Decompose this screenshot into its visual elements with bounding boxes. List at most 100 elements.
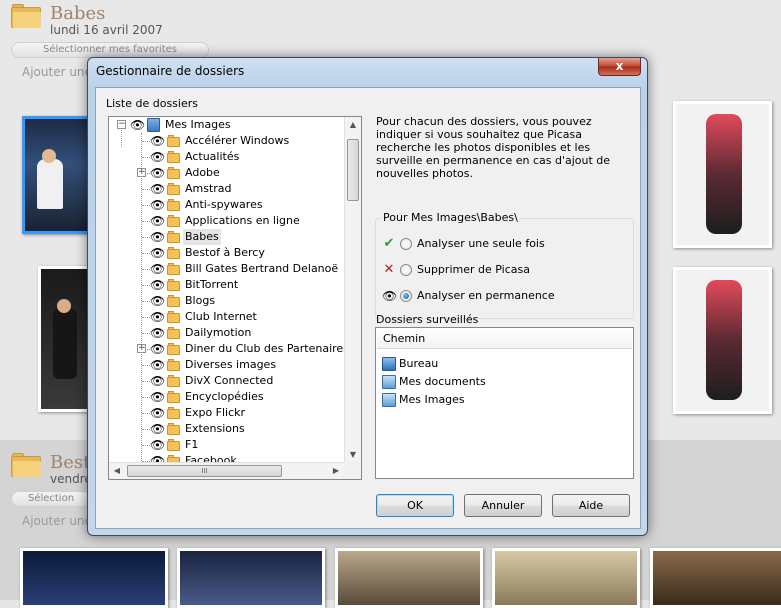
scroll-up-arrow-icon[interactable]: ▲ <box>345 117 361 133</box>
eye-icon: 👁 <box>150 342 166 356</box>
photo-thumbnail[interactable] <box>650 548 781 608</box>
eye-icon: 👁 <box>150 214 166 228</box>
tree-item[interactable]: 👁 Expo Flickr <box>109 405 349 421</box>
eye-icon: 👁 <box>382 289 398 303</box>
tree-item-label: Mes Images <box>165 118 231 131</box>
scroll-right-arrow-icon[interactable]: ▶ <box>328 463 344 479</box>
tree-item[interactable]: + 👁 Adobe <box>109 165 349 181</box>
scroll-thumb[interactable]: III <box>127 465 282 477</box>
option-scan-once[interactable]: ✔ Analyser une seule fois <box>382 235 622 253</box>
tree-item-label: Expo Flickr <box>185 406 246 419</box>
eye-icon: 👁 <box>150 326 166 340</box>
eye-icon: 👁 <box>150 406 166 420</box>
option-remove[interactable]: ✕ Supprimer de Picasa <box>382 261 622 279</box>
select-favorites-button[interactable]: Sélection <box>11 491 91 507</box>
photo-thumbnail[interactable] <box>673 267 772 414</box>
collapse-icon[interactable]: − <box>117 120 126 129</box>
tree-item-label: Club Internet <box>185 310 257 323</box>
tree-item[interactable]: 👁 BitTorrent <box>109 277 349 293</box>
folder-icon <box>167 263 180 275</box>
tree-item[interactable]: 👁 Anti-spywares <box>109 197 349 213</box>
tree-item-label: Bill Gates Bertrand Delanoë <box>185 262 339 275</box>
folder-icon <box>167 359 180 371</box>
scroll-thumb[interactable] <box>347 139 359 201</box>
folder-icon <box>167 247 180 259</box>
photo-thumbnail[interactable] <box>492 548 640 608</box>
eye-icon: 👁 <box>150 150 166 164</box>
tree-item[interactable]: + 👁 Diner du Club des Partenaires <box>109 341 349 357</box>
checkmark-icon: ✔ <box>383 236 395 251</box>
photo-thumbnail[interactable] <box>20 548 168 608</box>
folder-icon <box>167 327 180 339</box>
watched-folders-list[interactable]: Chemin Bureau Mes documents Mes Images <box>375 327 634 479</box>
tree-item-label: F1 <box>185 438 199 451</box>
tree-item[interactable]: 👁 Babes <box>109 229 349 245</box>
tree-item-label: Anti-spywares <box>185 198 263 211</box>
my-pictures-icon <box>147 118 160 132</box>
photo-thumbnail[interactable] <box>673 101 772 248</box>
tree-item[interactable]: 👁 Bestof à Bercy <box>109 245 349 261</box>
tree-item[interactable]: 👁 Actualités <box>109 149 349 165</box>
add-description-field[interactable]: Ajouter une <box>22 65 92 79</box>
tree-vertical-scrollbar[interactable]: ▲ ▼ <box>344 117 361 463</box>
folder-icon <box>167 215 180 227</box>
tree-item-label: DivX Connected <box>185 374 274 387</box>
tree-item-label: Applications en ligne <box>185 214 300 227</box>
close-button[interactable]: x <box>598 58 641 76</box>
tree-item[interactable]: 👁 Extensions <box>109 421 349 437</box>
folder-icon <box>167 231 180 243</box>
tree-horizontal-scrollbar[interactable]: ◀ III ▶ <box>109 462 344 479</box>
list-item-label: Mes Images <box>399 393 465 406</box>
tree-item[interactable]: 👁 Dailymotion <box>109 325 349 341</box>
watched-folders-label: Dossiers surveillés <box>376 313 479 326</box>
photo-thumbnail[interactable] <box>177 548 325 608</box>
tree-item-label: Babes <box>183 229 221 245</box>
folder-tree[interactable]: − 👁 Mes Images 👁 Accélérer Windows 👁 Actual… <box>108 116 362 480</box>
folder-icon <box>167 199 180 211</box>
photo-thumbnail[interactable] <box>38 266 94 412</box>
tree-item[interactable]: 👁 Bill Gates Bertrand Delanoë <box>109 261 349 277</box>
expand-icon[interactable]: + <box>137 168 146 177</box>
option-watch[interactable]: 👁 Analyser en permanence <box>382 287 622 305</box>
help-button[interactable]: Aide <box>552 494 630 517</box>
tree-root-mes-images[interactable]: − 👁 Mes Images <box>109 117 349 133</box>
ok-button[interactable]: OK <box>376 494 454 517</box>
folder-icon <box>167 343 180 355</box>
tree-item-label: Adobe <box>185 166 220 179</box>
cancel-button[interactable]: Annuler <box>464 494 542 517</box>
eye-icon: 👁 <box>150 166 166 180</box>
add-description-field[interactable]: Ajouter une <box>22 514 92 528</box>
folder-icon <box>167 135 180 147</box>
folder-icon <box>167 183 180 195</box>
tree-item-label: Accélérer Windows <box>185 134 290 147</box>
radio-remove[interactable] <box>400 264 412 276</box>
expand-icon[interactable]: + <box>137 344 146 353</box>
tree-item[interactable]: 👁 Diverses images <box>109 357 349 373</box>
tree-item-label: BitTorrent <box>185 278 239 291</box>
tree-item[interactable]: 👁 F1 <box>109 437 349 453</box>
tree-item[interactable]: 👁 Amstrad <box>109 181 349 197</box>
folder-icon <box>167 423 180 435</box>
eye-icon: 👁 <box>150 262 166 276</box>
scroll-left-arrow-icon[interactable]: ◀ <box>109 463 125 479</box>
radio-watch[interactable] <box>400 290 412 302</box>
folder-icon <box>167 167 180 179</box>
tree-item[interactable]: 👁 Encyclopédies <box>109 389 349 405</box>
column-header-path[interactable]: Chemin <box>377 329 632 349</box>
tree-item[interactable]: 👁 Blogs <box>109 293 349 309</box>
photo-thumbnail[interactable] <box>335 548 483 608</box>
tree-item[interactable]: 👁 DivX Connected <box>109 373 349 389</box>
tree-item[interactable]: 👁 Applications en ligne <box>109 213 349 229</box>
photo-thumbnail[interactable] <box>22 116 94 234</box>
album-title[interactable]: Babes <box>50 3 105 24</box>
tree-item[interactable]: 👁 Accélérer Windows <box>109 133 349 149</box>
folder-list-label: Liste de dossiers <box>106 97 198 110</box>
select-favorites-button[interactable]: Sélectionner mes favorites <box>11 42 209 58</box>
folder-icon <box>11 4 41 28</box>
folder-icon <box>167 295 180 307</box>
remove-cross-icon: ✕ <box>383 262 395 277</box>
radio-scan-once[interactable] <box>400 238 412 250</box>
tree-item[interactable]: 👁 Club Internet <box>109 309 349 325</box>
folder-manager-dialog: Gestionnaire de dossiers x Liste de doss… <box>87 57 648 536</box>
scroll-down-arrow-icon[interactable]: ▼ <box>345 447 361 463</box>
